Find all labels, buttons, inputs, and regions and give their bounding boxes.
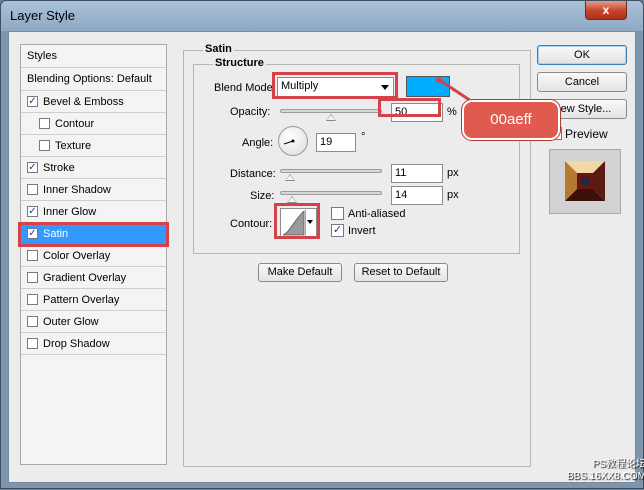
style-item-checkbox[interactable] bbox=[27, 316, 38, 327]
opacity-slider-thumb[interactable] bbox=[326, 114, 336, 121]
invert-checkbox[interactable]: ✓ bbox=[331, 224, 344, 237]
angle-label: Angle: bbox=[242, 137, 274, 149]
distance-value: 11 bbox=[395, 167, 407, 179]
style-item-label: Outer Glow bbox=[43, 316, 99, 328]
style-item-checkbox[interactable]: ✓ bbox=[27, 162, 38, 173]
blending-options-label: Blending Options: Default bbox=[27, 73, 152, 85]
opacity-highlight bbox=[378, 98, 441, 117]
color-callout: 00aeff bbox=[462, 100, 560, 140]
reset-to-default-button[interactable]: Reset to Default bbox=[354, 263, 448, 282]
size-slider[interactable] bbox=[280, 191, 382, 195]
anti-aliased-label: Anti-aliased bbox=[348, 208, 406, 220]
watermark: PS教程论坛 BBS.16XX8.COM bbox=[567, 459, 644, 483]
style-item-checkbox[interactable] bbox=[27, 338, 38, 349]
style-item-checkbox[interactable]: ✓ bbox=[27, 206, 38, 217]
angle-dial[interactable] bbox=[278, 126, 308, 156]
style-item-label: Drop Shadow bbox=[43, 338, 110, 350]
style-item-checkbox[interactable] bbox=[39, 118, 50, 129]
title-bar[interactable]: Layer Style x bbox=[1, 1, 643, 31]
angle-needle-icon bbox=[283, 139, 295, 145]
style-item-outer-glow[interactable]: Outer Glow bbox=[21, 311, 166, 333]
style-item-checkbox[interactable]: ✓ bbox=[27, 96, 38, 107]
style-item-checkbox[interactable] bbox=[27, 184, 38, 195]
size-value: 14 bbox=[395, 189, 408, 201]
contour-label: Contour: bbox=[230, 218, 273, 230]
distance-input[interactable]: 11 bbox=[391, 164, 443, 183]
angle-value: 19 bbox=[320, 136, 333, 148]
opacity-label: Opacity: bbox=[230, 106, 271, 118]
watermark-line-1: PS教程论坛 bbox=[592, 459, 644, 470]
close-button[interactable]: x bbox=[585, 1, 627, 20]
styles-header[interactable]: Styles bbox=[21, 45, 166, 68]
invert-label: Invert bbox=[348, 225, 376, 237]
style-item-label: Pattern Overlay bbox=[43, 294, 120, 306]
angle-input[interactable]: 19 bbox=[316, 133, 356, 152]
satin-color-swatch[interactable] bbox=[406, 76, 450, 97]
distance-slider-thumb[interactable] bbox=[285, 174, 295, 181]
opacity-unit: % bbox=[447, 106, 457, 118]
style-item-checkbox[interactable] bbox=[39, 140, 50, 151]
preview-label: Preview bbox=[565, 127, 608, 141]
style-item-color-overlay[interactable]: Color Overlay bbox=[21, 245, 166, 267]
size-slider-thumb[interactable] bbox=[287, 196, 297, 203]
style-item-checkbox[interactable] bbox=[27, 272, 38, 283]
angle-unit: ° bbox=[361, 131, 366, 143]
distance-slider[interactable] bbox=[280, 169, 382, 173]
style-item-label: Color Overlay bbox=[43, 250, 111, 262]
style-item-drop-shadow[interactable]: Drop Shadow bbox=[21, 333, 166, 355]
anti-aliased-checkbox[interactable] bbox=[331, 207, 344, 220]
style-item-stroke[interactable]: ✓ Stroke bbox=[21, 157, 166, 179]
style-item-gradient-overlay[interactable]: Gradient Overlay bbox=[21, 267, 166, 289]
style-item-inner-glow[interactable]: ✓ Inner Glow bbox=[21, 201, 166, 223]
distance-label: Distance: bbox=[230, 168, 276, 180]
style-item-label: Stroke bbox=[43, 162, 75, 174]
opacity-slider[interactable] bbox=[280, 109, 382, 113]
size-label: Size: bbox=[250, 190, 275, 202]
styles-header-label: Styles bbox=[27, 50, 57, 62]
preview-thumbnail-icon bbox=[565, 161, 605, 201]
style-item-label: Bevel & Emboss bbox=[43, 96, 124, 108]
style-item-checkbox[interactable] bbox=[27, 250, 38, 261]
ok-button[interactable]: OK bbox=[537, 45, 627, 65]
style-item-label: Inner Glow bbox=[43, 206, 97, 218]
watermark-line-2: BBS.16XX8.COM bbox=[567, 471, 644, 482]
cancel-button[interactable]: Cancel bbox=[537, 72, 627, 92]
contour-highlight bbox=[274, 203, 320, 239]
satin-group-title: Satin bbox=[203, 43, 234, 55]
size-input[interactable]: 14 bbox=[391, 186, 443, 205]
dialog-client: Styles Blending Options: Default ✓ Bevel … bbox=[8, 31, 636, 483]
style-item-pattern-overlay[interactable]: Pattern Overlay bbox=[21, 289, 166, 311]
blend-mode-highlight bbox=[272, 72, 398, 99]
layer-style-dialog: Layer Style x Styles Blending Options: D… bbox=[0, 0, 644, 489]
style-item-label: Gradient Overlay bbox=[43, 272, 127, 284]
style-item-label: Texture bbox=[55, 140, 92, 152]
structure-title: Structure bbox=[213, 57, 266, 69]
window-title: Layer Style bbox=[10, 8, 76, 23]
style-item-checkbox[interactable] bbox=[27, 294, 38, 305]
style-item-texture[interactable]: Texture bbox=[21, 135, 166, 157]
style-item-label: Inner Shadow bbox=[43, 184, 111, 196]
style-item-inner-shadow[interactable]: Inner Shadow bbox=[21, 179, 166, 201]
blend-mode-label: Blend Mode: bbox=[214, 82, 276, 94]
style-item-label: Contour bbox=[55, 118, 95, 130]
invert-check-mark: ✓ bbox=[332, 224, 343, 236]
size-unit: px bbox=[447, 189, 459, 201]
satin-highlight bbox=[18, 222, 169, 247]
blending-options-item[interactable]: Blending Options: Default bbox=[21, 68, 166, 91]
style-preview bbox=[549, 149, 621, 214]
style-item-bevel-emboss[interactable]: ✓ Bevel & Emboss bbox=[21, 91, 166, 113]
distance-unit: px bbox=[447, 167, 459, 179]
make-default-button[interactable]: Make Default bbox=[258, 263, 342, 282]
styles-list: Styles Blending Options: Default ✓ Bevel … bbox=[20, 44, 167, 465]
style-item-contour[interactable]: Contour bbox=[21, 113, 166, 135]
